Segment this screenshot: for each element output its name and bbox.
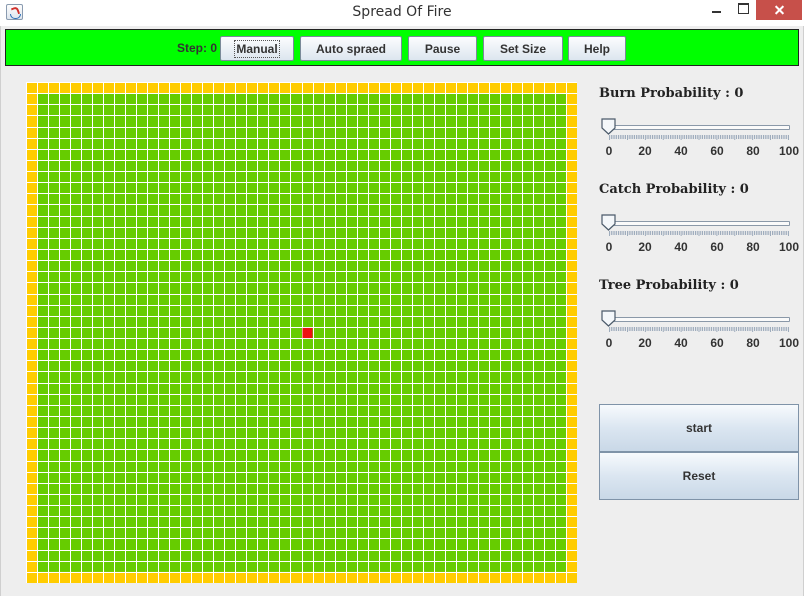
slider-tick-label: 40 [674,240,688,254]
title-bar: Spread Of Fire [0,0,804,26]
tree-probability-label: Tree Probability : 0 [599,278,739,293]
tree-area [37,93,566,572]
slider-tick-label: 20 [638,144,652,158]
slider-tick-label: 40 [674,336,688,350]
auto-spread-button[interactable]: Auto spraed [300,36,402,61]
slider-tick-label: 20 [638,336,652,350]
help-button-label: Help [583,41,610,56]
slider-tick-label: 100 [778,240,800,254]
slider-ticks [609,327,789,332]
auto-spread-button-label: Auto spraed [315,41,386,56]
catch-probability-label: Catch Probability : 0 [599,182,749,197]
slider-tick-label: 40 [674,144,688,158]
slider-tick-label: 0 [605,336,613,350]
pause-button[interactable]: Pause [408,36,477,61]
tree-probability-slider[interactable]: 0 20 40 60 80 100 [600,306,799,358]
slider-thumb[interactable] [601,118,616,135]
slider-tick-label: 100 [778,144,800,158]
slider-tick-label: 0 [605,144,613,158]
pause-button-label: Pause [424,41,461,56]
catch-probability-slider[interactable]: 0 20 40 60 80 100 [600,210,799,262]
forest-grid[interactable] [26,82,577,583]
set-size-button[interactable]: Set Size [483,36,563,61]
maximize-button[interactable] [730,0,756,20]
slider-tick-label: 0 [605,240,613,254]
slider-tick-label: 60 [710,144,724,158]
set-size-button-label: Set Size [499,41,547,56]
slider-track[interactable] [608,317,790,322]
close-button[interactable] [756,0,802,20]
forest-grid-canvas[interactable] [26,82,577,583]
burn-probability-slider[interactable]: 0 20 40 60 80 100 [600,114,799,166]
toolbar: Step: 0 Manual Auto spraed Pause Set Siz… [5,29,799,66]
help-button[interactable]: Help [568,36,626,61]
manual-button[interactable]: Manual [220,36,294,61]
slider-track[interactable] [608,221,790,226]
manual-button-label: Manual [234,39,280,58]
slider-tick-label: 80 [746,240,760,254]
slider-tick-label: 80 [746,144,760,158]
start-button-label: start [685,421,712,435]
slider-tick-label: 60 [710,240,724,254]
start-button[interactable]: start [599,404,799,452]
minimize-button[interactable] [703,0,730,20]
burning-cell [302,327,313,339]
slider-track[interactable] [608,125,790,130]
reset-button-label: Reset [682,469,716,483]
burn-probability-label: Burn Probability : 0 [599,86,744,101]
slider-thumb[interactable] [601,214,616,231]
slider-ticks [609,135,789,140]
slider-thumb[interactable] [601,310,616,327]
slider-tick-label: 60 [710,336,724,350]
slider-tick-label: 20 [638,240,652,254]
slider-ticks [609,231,789,236]
slider-tick-label: 100 [778,336,800,350]
window-title: Spread Of Fire [352,4,452,20]
slider-tick-label: 80 [746,336,760,350]
reset-button[interactable]: Reset [599,452,799,500]
step-counter: Step: 0 [177,41,218,55]
